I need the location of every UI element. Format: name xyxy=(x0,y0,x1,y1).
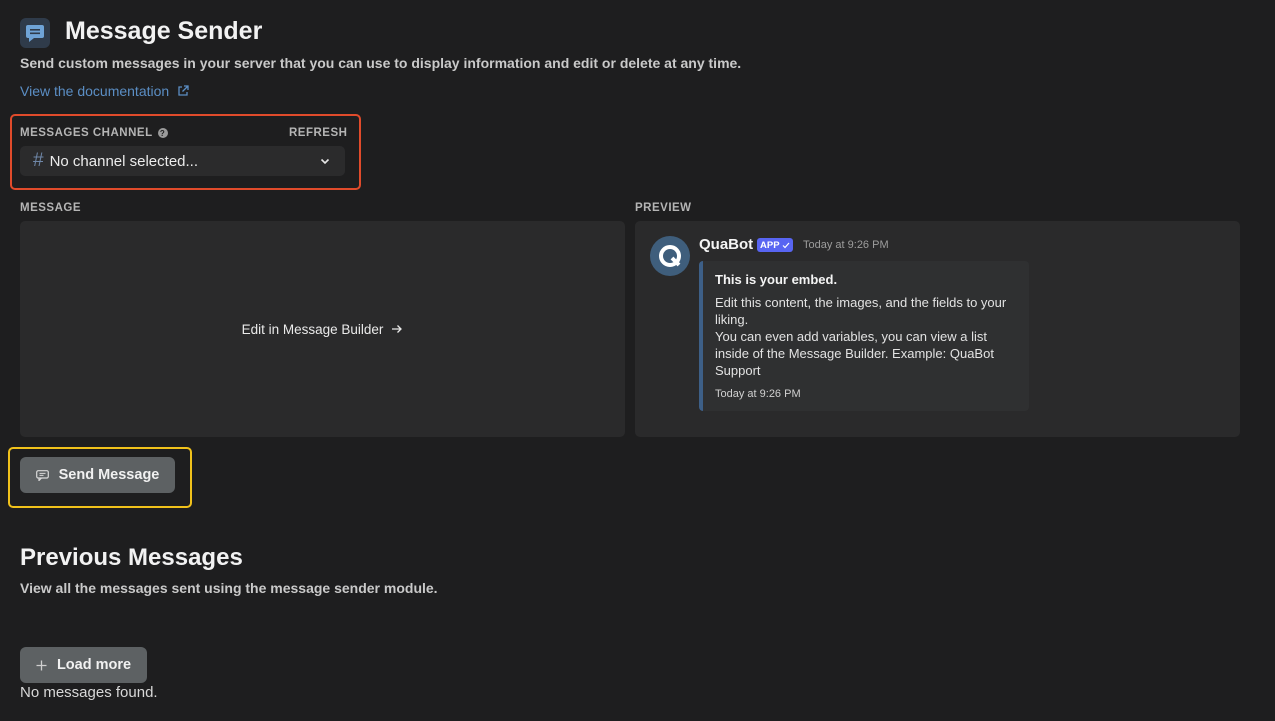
embed-description: Edit this content, the images, and the f… xyxy=(715,294,1020,379)
embed-title: This is your embed. xyxy=(715,272,838,287)
bot-name: QuaBot xyxy=(699,236,754,253)
quabot-logo-icon xyxy=(659,245,681,267)
send-message-button[interactable]: Send Message xyxy=(20,457,175,493)
embed-description-line-2: You can even add variables, you can view… xyxy=(715,329,994,378)
edit-link-label: Edit in Message Builder xyxy=(241,321,384,337)
message-icon xyxy=(35,469,49,481)
preview-label: PREVIEW xyxy=(635,202,692,214)
previous-messages-title: Previous Messages xyxy=(20,544,243,571)
message-label: MESSAGE xyxy=(20,202,82,214)
message-editor-panel: Edit in Message Builder xyxy=(20,221,625,437)
channel-select-value: No channel selected... xyxy=(49,152,199,170)
plus-icon xyxy=(36,660,47,670)
send-message-label: Send Message xyxy=(58,467,160,483)
channel-select[interactable]: # No channel selected... xyxy=(20,146,345,176)
previous-messages-subtitle: View all the messages sent using the mes… xyxy=(20,580,438,596)
bot-avatar xyxy=(650,236,690,276)
arrow-right-icon xyxy=(392,325,403,333)
documentation-link[interactable]: View the documentation xyxy=(20,83,189,99)
chevron-down-icon xyxy=(320,158,330,165)
message-timestamp: Today at 9:26 PM xyxy=(803,239,889,251)
hash-icon: # xyxy=(33,150,44,171)
checkmark-icon xyxy=(782,242,789,248)
channel-label-text: MESSAGES CHANNEL xyxy=(20,127,153,139)
embed-description-line-1: Edit this content, the images, and the f… xyxy=(715,295,1007,327)
channel-label: MESSAGES CHANNEL ? xyxy=(20,127,168,139)
message-sender-icon xyxy=(20,18,50,48)
load-more-button[interactable]: Load more xyxy=(20,647,147,683)
refresh-button[interactable]: REFRESH xyxy=(289,127,347,139)
page-title: Message Sender xyxy=(65,17,263,45)
embed-footer: Today at 9:26 PM xyxy=(715,388,801,400)
external-link-icon xyxy=(178,85,189,96)
documentation-link-label: View the documentation xyxy=(20,83,170,99)
page-subtitle: Send custom messages in your server that… xyxy=(20,55,742,71)
help-icon[interactable]: ? xyxy=(157,128,168,138)
chat-bubble-icon xyxy=(26,25,44,42)
empty-state-text: No messages found. xyxy=(20,684,158,701)
app-badge: APP xyxy=(757,238,793,252)
edit-in-message-builder-link[interactable]: Edit in Message Builder xyxy=(242,322,404,337)
load-more-label: Load more xyxy=(56,657,132,673)
app-badge-label: APP xyxy=(760,239,780,251)
